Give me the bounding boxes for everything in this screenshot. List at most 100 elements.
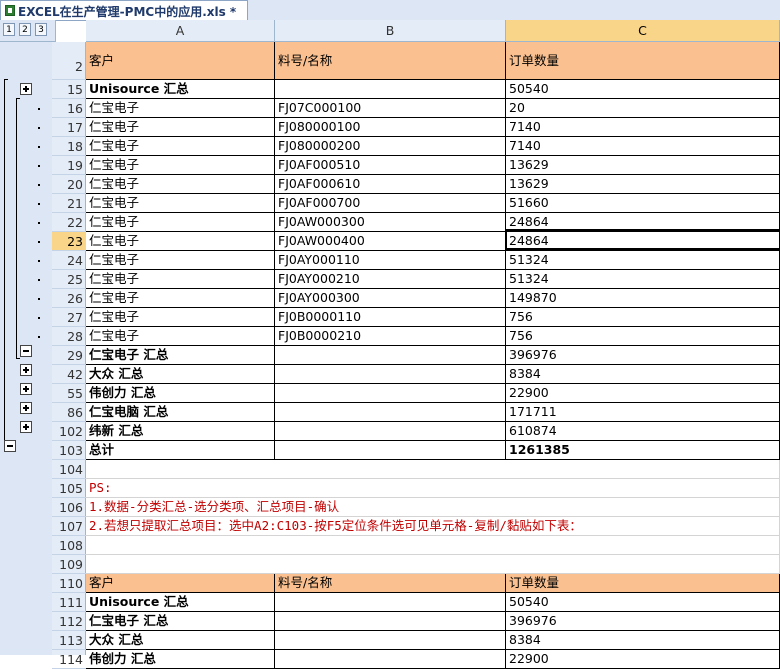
column-header-b[interactable]: B bbox=[275, 20, 506, 42]
cell-a102[interactable]: 纬新 汇总 bbox=[86, 422, 275, 441]
note-row-105[interactable] bbox=[86, 479, 780, 498]
cell-a103[interactable]: 总计 bbox=[86, 441, 275, 460]
outline-level-1-button[interactable]: 1 bbox=[3, 23, 15, 36]
cell-b103[interactable] bbox=[275, 441, 506, 460]
cell-b55[interactable] bbox=[275, 384, 506, 403]
cell-a29[interactable]: 仁宝电子 汇总 bbox=[86, 346, 275, 365]
row-header-19[interactable]: 19 bbox=[52, 156, 86, 175]
outline-level-2-button[interactable]: 2 bbox=[19, 23, 31, 36]
cell-b113[interactable] bbox=[275, 631, 506, 650]
cell-c20[interactable]: 13629 bbox=[506, 175, 780, 194]
cell-c15[interactable]: 50540 bbox=[506, 80, 780, 99]
cell-b15[interactable] bbox=[275, 80, 506, 99]
cell-c103[interactable]: 1261385 bbox=[506, 441, 780, 460]
cell-c18[interactable]: 7140 bbox=[506, 137, 780, 156]
row-header-106[interactable]: 106 bbox=[52, 498, 86, 517]
cell-b42[interactable] bbox=[275, 365, 506, 384]
row-header-112[interactable]: 112 bbox=[52, 612, 86, 631]
cell-a28[interactable]: 仁宝电子 bbox=[86, 327, 275, 346]
empty-row-108[interactable] bbox=[86, 536, 780, 555]
cell-a17[interactable]: 仁宝电子 bbox=[86, 118, 275, 137]
cell-b114[interactable] bbox=[275, 650, 506, 669]
cell-c86[interactable]: 171711 bbox=[506, 403, 780, 422]
row-header-23[interactable]: 23 bbox=[52, 232, 86, 251]
cell-b102[interactable] bbox=[275, 422, 506, 441]
cell-c28[interactable]: 756 bbox=[506, 327, 780, 346]
row-header-108[interactable]: 108 bbox=[52, 536, 86, 555]
cell-c114[interactable]: 22900 bbox=[506, 650, 780, 669]
header2-cell-part[interactable]: 料号/名称 bbox=[275, 574, 506, 593]
row-header-29[interactable]: 29 bbox=[52, 346, 86, 365]
cell-c29[interactable]: 396976 bbox=[506, 346, 780, 365]
cell-b111[interactable] bbox=[275, 593, 506, 612]
cell-c113[interactable]: 8384 bbox=[506, 631, 780, 650]
row-header-111[interactable]: 111 bbox=[52, 593, 86, 612]
column-header-c[interactable]: C bbox=[506, 20, 780, 42]
cell-b28[interactable]: FJ0B0000210 bbox=[275, 327, 506, 346]
row-header-18[interactable]: 18 bbox=[52, 137, 86, 156]
cell-b17[interactable]: FJ080000100 bbox=[275, 118, 506, 137]
row-header-102[interactable]: 102 bbox=[52, 422, 86, 441]
cell-a114[interactable]: 伟创力 汇总 bbox=[86, 650, 275, 669]
cell-c111[interactable]: 50540 bbox=[506, 593, 780, 612]
empty-row-109[interactable] bbox=[86, 555, 780, 574]
row-header-21[interactable]: 21 bbox=[52, 194, 86, 213]
header-cell-part[interactable]: 料号/名称 bbox=[275, 42, 506, 80]
cell-c112[interactable]: 396976 bbox=[506, 612, 780, 631]
cell-c17[interactable]: 7140 bbox=[506, 118, 780, 137]
workbook-tab[interactable]: EXCEL在生产管理-PMC中的应用.xls * bbox=[0, 0, 248, 20]
cell-a113[interactable]: 大众 汇总 bbox=[86, 631, 275, 650]
cell-a25[interactable]: 仁宝电子 bbox=[86, 270, 275, 289]
cell-a22[interactable]: 仁宝电子 bbox=[86, 213, 275, 232]
row-header-86[interactable]: 86 bbox=[52, 403, 86, 422]
header2-cell-customer[interactable]: 客户 bbox=[86, 574, 275, 593]
cell-b112[interactable] bbox=[275, 612, 506, 631]
row-header-25[interactable]: 25 bbox=[52, 270, 86, 289]
outline-level-3-button[interactable]: 3 bbox=[35, 23, 47, 36]
row-header-104[interactable]: 104 bbox=[52, 460, 86, 479]
cell-a21[interactable]: 仁宝电子 bbox=[86, 194, 275, 213]
cell-a23[interactable]: 仁宝电子 bbox=[86, 232, 275, 251]
cell-a55[interactable]: 伟创力 汇总 bbox=[86, 384, 275, 403]
cell-b19[interactable]: FJ0AF000510 bbox=[275, 156, 506, 175]
expand-group-42-button[interactable] bbox=[20, 364, 32, 376]
header-cell-customer[interactable]: 客户 bbox=[86, 42, 275, 80]
cell-c27[interactable]: 756 bbox=[506, 308, 780, 327]
cell-a15[interactable]: Unisource 汇总 bbox=[86, 80, 275, 99]
row-header-20[interactable]: 20 bbox=[52, 175, 86, 194]
cell-b18[interactable]: FJ080000200 bbox=[275, 137, 506, 156]
cell-c21[interactable]: 51660 bbox=[506, 194, 780, 213]
row-header-103[interactable]: 103 bbox=[52, 441, 86, 460]
row-header-113[interactable]: 113 bbox=[52, 631, 86, 650]
row-header-16[interactable]: 16 bbox=[52, 99, 86, 118]
row-header-2[interactable]: 2 bbox=[52, 42, 86, 80]
cell-a112[interactable]: 仁宝电子 汇总 bbox=[86, 612, 275, 631]
cell-a86[interactable]: 仁宝电脑 汇总 bbox=[86, 403, 275, 422]
cell-b25[interactable]: FJ0AY000210 bbox=[275, 270, 506, 289]
expand-group-55-button[interactable] bbox=[20, 383, 32, 395]
expand-group-86-button[interactable] bbox=[20, 402, 32, 414]
expand-group-102-button[interactable] bbox=[20, 421, 32, 433]
collapse-all-groups-button[interactable] bbox=[4, 440, 16, 452]
cell-b27[interactable]: FJ0B0000110 bbox=[275, 308, 506, 327]
cell-b24[interactable]: FJ0AY000110 bbox=[275, 251, 506, 270]
cell-c24[interactable]: 51324 bbox=[506, 251, 780, 270]
cell-c42[interactable]: 8384 bbox=[506, 365, 780, 384]
row-header-27[interactable]: 27 bbox=[52, 308, 86, 327]
expand-group-15-button[interactable] bbox=[20, 83, 32, 95]
cell-c16[interactable]: 20 bbox=[506, 99, 780, 118]
cell-a26[interactable]: 仁宝电子 bbox=[86, 289, 275, 308]
cell-a27[interactable]: 仁宝电子 bbox=[86, 308, 275, 327]
row-header-17[interactable]: 17 bbox=[52, 118, 86, 137]
cell-c102[interactable]: 610874 bbox=[506, 422, 780, 441]
cell-c26[interactable]: 149870 bbox=[506, 289, 780, 308]
cell-b26[interactable]: FJ0AY000300 bbox=[275, 289, 506, 308]
row-header-105[interactable]: 105 bbox=[52, 479, 86, 498]
row-header-15[interactable]: 15 bbox=[52, 80, 86, 99]
row-header-55[interactable]: 55 bbox=[52, 384, 86, 403]
cell-c25[interactable]: 51324 bbox=[506, 270, 780, 289]
cell-a20[interactable]: 仁宝电子 bbox=[86, 175, 275, 194]
cell-b20[interactable]: FJ0AF000610 bbox=[275, 175, 506, 194]
cell-a111[interactable]: Unisource 汇总 bbox=[86, 593, 275, 612]
cell-b16[interactable]: FJ07C000100 bbox=[275, 99, 506, 118]
